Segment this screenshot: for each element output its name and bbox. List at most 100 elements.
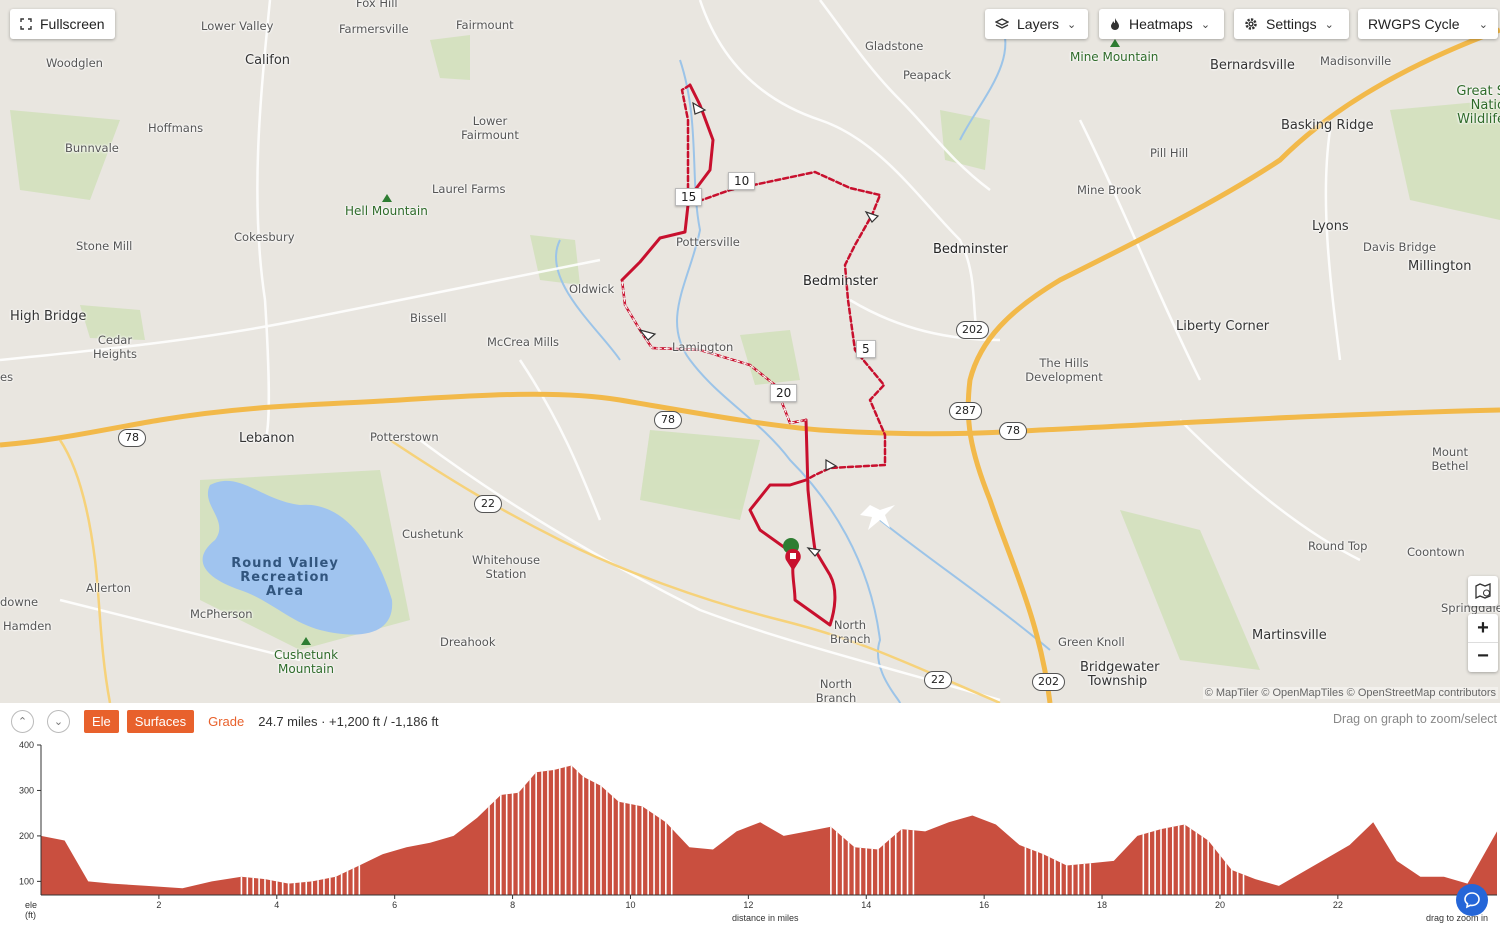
place-label: Basking Ridge [1281, 118, 1374, 133]
place-label: Bernardsville [1210, 58, 1295, 73]
x-tick-label: 16 [979, 900, 989, 910]
map-view[interactable]: Fox Hill Lower Valley Farmersville Fairm… [0, 0, 1500, 703]
place-label: Allerton [86, 581, 131, 595]
x-tick-label: 6 [392, 900, 397, 910]
place-label: Laurel Farms [432, 182, 506, 196]
place-label: Great S Natio Wildlife [1456, 84, 1500, 127]
chat-icon [1464, 892, 1480, 909]
place-label: The Hills Development [1025, 356, 1103, 384]
layers-icon [995, 18, 1009, 29]
place-label: Bunnvale [65, 141, 119, 155]
heatmaps-dropdown[interactable]: Heatmaps ⌄ [1099, 9, 1224, 39]
ele-tab[interactable]: Ele [84, 710, 119, 733]
zoom-out-button[interactable]: − [1468, 643, 1498, 672]
y-tick-label: 100 [19, 876, 34, 886]
place-label: North Branch Depot [815, 677, 857, 703]
chat-button[interactable] [1456, 884, 1488, 916]
collapse-up-button[interactable]: ⌃ [11, 710, 34, 733]
y-axis-name: ele [25, 900, 38, 910]
place-label: Cokesbury [234, 230, 295, 244]
place-label: Round Top [1308, 539, 1368, 553]
route-summary: 24.7 miles · +1,200 ft / -1,186 ft [258, 714, 439, 729]
gear-icon [1245, 18, 1257, 30]
graph-hint: Drag on graph to zoom/select [1333, 712, 1497, 726]
place-label: Cushetunk [402, 527, 464, 541]
x-tick-label: 20 [1215, 900, 1225, 910]
place-label: Bridgewater Township [1080, 660, 1160, 689]
place-label: McCrea Mills [487, 335, 560, 349]
chevron-down-icon: ⌄ [53, 716, 64, 728]
place-label: downe [0, 595, 39, 609]
map-legend-button[interactable] [1468, 576, 1498, 606]
place-label: Potterstown [370, 430, 439, 444]
highway-shield: 22 [924, 671, 952, 689]
chevron-down-icon: ⌄ [1067, 18, 1077, 31]
settings-label: Settings [1266, 16, 1317, 32]
place-label: Bissell [410, 311, 447, 325]
place-label: Martinsville [1252, 628, 1327, 643]
place-label: High Bridge [10, 309, 87, 324]
place-label: Peapack [903, 68, 951, 82]
place-label: Dreahook [440, 635, 496, 649]
y-axis-label: ele (ft) [25, 900, 37, 920]
place-label: Hamden [3, 619, 52, 633]
place-label: Stone Mill [76, 239, 133, 253]
elevation-chart[interactable]: 100 200 300 400 2 4 6 8 10 12 14 16 18 20 22 [0, 739, 1500, 926]
highway-shield: 202 [956, 321, 989, 339]
grade-tab[interactable]: Grade [202, 714, 250, 729]
place-label: Davis Bridge [1363, 240, 1437, 254]
map-info-icon [1475, 583, 1491, 600]
place-label: Lamington [672, 340, 734, 354]
x-tick-label: 12 [743, 900, 753, 910]
flame-icon [1111, 18, 1119, 30]
route-mile-marker: 10 [728, 172, 756, 190]
layers-dropdown[interactable]: Layers ⌄ [985, 9, 1088, 39]
layers-label: Layers [1017, 16, 1060, 32]
place-label: Madisonville [1320, 54, 1392, 68]
collapse-down-button[interactable]: ⌄ [47, 710, 70, 733]
place-label: Pill Hill [1150, 146, 1189, 160]
place-label: Millington [1408, 259, 1472, 274]
place-label: Hoffmans [148, 121, 204, 135]
x-tick-label: 8 [510, 900, 515, 910]
place-label: Gladstone [865, 39, 924, 53]
x-tick-label: 22 [1333, 900, 1343, 910]
place-label: Lebanon [239, 431, 295, 446]
place-label: Round Valley Recreation Area [231, 556, 339, 599]
surfaces-tab[interactable]: Surfaces [126, 710, 195, 733]
place-label: Lower Fairmount [461, 114, 519, 142]
settings-dropdown[interactable]: Settings ⌄ [1234, 9, 1349, 39]
highway-shield: 287 [949, 402, 982, 420]
place-label: es [0, 370, 14, 384]
place-label: Farmersville [339, 22, 409, 36]
fullscreen-icon [20, 18, 32, 30]
y-axis-unit: (ft) [25, 910, 36, 920]
place-label: Fairmount [456, 18, 514, 32]
route-mile-marker: 20 [770, 384, 798, 402]
x-tick-label: 14 [861, 900, 871, 910]
zoom-in-button[interactable]: + [1468, 614, 1498, 643]
highway-shield: 78 [999, 422, 1027, 440]
map-style-select[interactable]: RWGPS Cycle ⌄ [1358, 9, 1498, 39]
place-label: Liberty Corner [1176, 319, 1270, 334]
place-label: Califon [245, 53, 291, 68]
place-label: Mount Bethel [1431, 445, 1469, 473]
chevron-down-icon: ⌄ [1324, 18, 1334, 31]
elevation-panel: ⌃ ⌄ Ele Surfaces Grade 24.7 miles · +1,2… [0, 703, 1500, 926]
y-tick-label: 200 [19, 831, 34, 841]
place-label: Cedar Heights [92, 333, 137, 361]
y-tick-label: 400 [19, 740, 34, 750]
place-label: Pottersville [676, 235, 740, 249]
map-attribution[interactable]: © MapTiler © OpenMapTiles © OpenStreetMa… [1202, 687, 1498, 699]
place-label: Lower Valley [201, 19, 274, 33]
highway-shield: 78 [118, 429, 146, 447]
place-label: McPherson [190, 607, 253, 621]
fullscreen-button[interactable]: Fullscreen [10, 9, 115, 39]
place-label: Green Knoll [1058, 635, 1125, 649]
x-tick-label: 2 [156, 900, 161, 910]
place-label: Whitehouse Station [471, 553, 541, 581]
place-label: Woodglen [46, 56, 103, 70]
place-label: Bedminster [803, 274, 878, 289]
chevron-down-icon: ⌄ [1200, 18, 1211, 31]
route-mile-marker: 5 [856, 340, 876, 358]
